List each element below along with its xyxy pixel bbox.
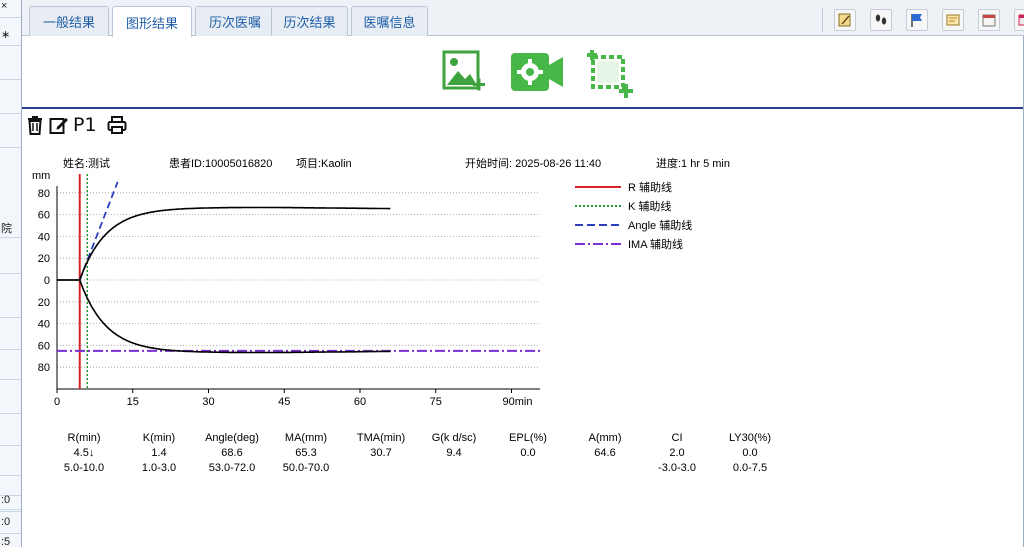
- report-icon[interactable]: [942, 9, 964, 31]
- tab-label: 历次结果: [283, 15, 336, 30]
- x-tick-label: 30: [202, 396, 214, 408]
- tab-history-results[interactable]: 历次结果: [271, 6, 348, 36]
- y-tick-label: 80: [38, 188, 50, 200]
- legend-label: IMA 辅助线: [628, 237, 683, 251]
- left-strip-row: [0, 458, 21, 476]
- legend-label: Angle 辅助线: [628, 218, 692, 232]
- y-tick-label: 80: [38, 362, 50, 374]
- result-range: 50.0-70.0: [282, 462, 330, 474]
- tab-label: 医嘱信息: [363, 15, 416, 30]
- edit-note-icon[interactable]: [834, 9, 856, 31]
- y-tick-label: 20: [38, 253, 50, 265]
- left-strip-row: [0, 428, 21, 446]
- action-bar: [22, 37, 1024, 109]
- tab-general-result[interactable]: 一般结果: [29, 6, 109, 36]
- left-panel-strip: × ∗ 院 :0 :0 :5: [0, 0, 22, 547]
- trash-icon[interactable]: [25, 115, 45, 135]
- y-tick-label: 60: [38, 210, 50, 222]
- crop-add-icon[interactable]: [585, 49, 635, 99]
- patient-name: 姓名:测试: [63, 156, 110, 170]
- chart-ticks: 80 60 40 20 0 20 40 60 80 0 15 30 45 60 75 90min: [38, 188, 533, 408]
- chart-series: [57, 174, 542, 389]
- left-strip-row: ×: [0, 0, 21, 18]
- tab-history-orders[interactable]: 历次医嘱: [195, 6, 275, 36]
- start-time: 开始时间: 2025-08-26 11:40: [465, 156, 601, 170]
- left-strip-row: [0, 332, 21, 350]
- left-strip-row: :0: [0, 516, 21, 534]
- toolbar-separator: [822, 8, 823, 32]
- x-tick-label: 60: [354, 396, 366, 408]
- x-tick-label: 0: [54, 396, 60, 408]
- legend-label: K 辅助线: [628, 199, 671, 213]
- tracing-chart: 姓名:测试 患者ID:10005016820 项目:Kaolin 开始时间: 2…: [32, 156, 730, 408]
- trace-lower: [57, 279, 391, 354]
- left-strip-row: [0, 300, 21, 318]
- add-image-icon[interactable]: [441, 49, 487, 95]
- x-tick-label: 15: [127, 396, 139, 408]
- result-range: 0.0-7.5: [732, 462, 768, 474]
- print-icon[interactable]: [107, 115, 127, 135]
- patient-id: 患者ID:10005016820: [169, 157, 272, 170]
- edit-icon[interactable]: [49, 115, 69, 135]
- tab-label: 历次医嘱: [208, 15, 261, 30]
- chart-axes: [56, 186, 540, 390]
- footprints-icon[interactable]: [870, 9, 892, 31]
- tab-order-info[interactable]: 医嘱信息: [351, 6, 428, 36]
- chart-toolbar: P1: [25, 112, 127, 138]
- left-strip-row: [0, 62, 21, 80]
- left-strip-row: [0, 256, 21, 274]
- left-strip-row: :5: [0, 536, 21, 547]
- left-strip-row: 院: [0, 220, 21, 238]
- y-tick-label: 60: [38, 340, 50, 352]
- chart-legend: R 辅助线 K 辅助线 Angle 辅助线 IMA 辅助线: [575, 180, 692, 251]
- y-tick-label: 40: [38, 231, 50, 243]
- result-header: LY30(%): [729, 432, 771, 444]
- left-strip-row: [0, 96, 21, 114]
- results-table: R(min) K(min) Angle(deg) MA(mm) TMA(min) G(k …: [40, 432, 800, 477]
- y-tick-label: 40: [38, 319, 50, 331]
- page-label: P1: [73, 114, 97, 136]
- progress: 进度:1 hr 5 min: [656, 156, 730, 170]
- tab-graph-result[interactable]: 图形结果: [112, 6, 192, 37]
- results-range-row: 5.0-10.0 1.0-3.0 53.0-72.0 50.0-70.0 -3.0-3.…: [40, 462, 800, 477]
- y-tick-label: 0: [44, 275, 50, 287]
- window-icon[interactable]: [1014, 9, 1024, 31]
- results-value-row: 4.5↓ 1.4 68.6 65.3 30.7 9.4 0.0 64.6 2.0 0.0: [40, 447, 800, 462]
- tab-label: 一般结果: [42, 15, 95, 30]
- left-strip-row: :0: [0, 494, 21, 512]
- result-value: 0.0: [742, 447, 758, 459]
- x-tick-label: 45: [278, 396, 290, 408]
- calendar-icon[interactable]: [978, 9, 1000, 31]
- left-strip-row: [0, 396, 21, 414]
- left-strip-row: [0, 362, 21, 380]
- video-settings-icon[interactable]: [509, 49, 565, 95]
- left-strip-row: ∗: [0, 28, 21, 46]
- tab-label: 图形结果: [125, 15, 178, 31]
- results-header-row: R(min) K(min) Angle(deg) MA(mm) TMA(min) G(k …: [40, 432, 800, 447]
- x-tick-label: 90min: [503, 396, 533, 408]
- trace-upper: [57, 206, 391, 281]
- project-name: 项目:Kaolin: [296, 157, 352, 170]
- y-axis-unit: mm: [32, 170, 50, 182]
- y-tick-label: 20: [38, 297, 50, 309]
- tab-bar: 一般结果 图形结果 历次医嘱 历次结果 医嘱信息: [22, 0, 1024, 37]
- legend-label: R 辅助线: [628, 180, 672, 194]
- left-strip-row: [0, 130, 21, 148]
- flag-icon[interactable]: [906, 9, 928, 31]
- x-tick-label: 75: [430, 396, 442, 408]
